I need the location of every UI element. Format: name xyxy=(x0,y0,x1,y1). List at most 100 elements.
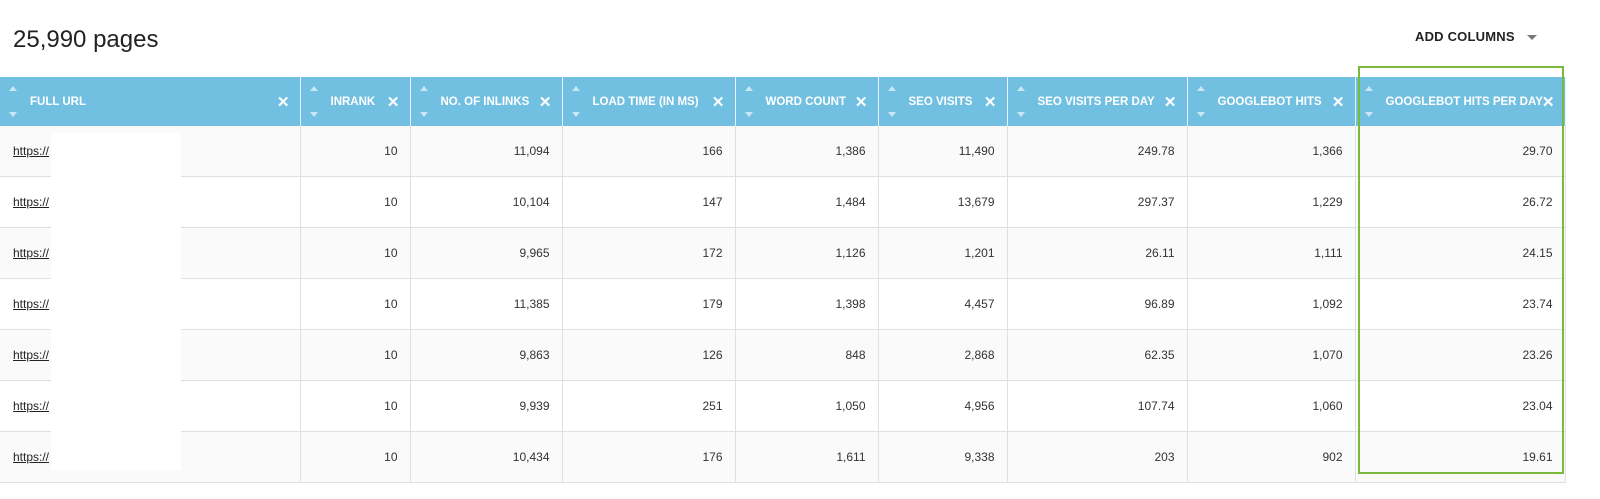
pages-table: FULL URL ✕ INRANK ✕ NO. OF INLINKS ✕ LOAD TIME… xyxy=(0,77,1566,483)
remove-column-icon[interactable]: ✕ xyxy=(1164,93,1177,111)
table-cell: 4,457 xyxy=(878,278,1008,330)
column-label: FULL URL xyxy=(30,95,87,108)
url-link[interactable]: https:// xyxy=(13,450,49,464)
column-header[interactable]: SEO VISITS ✕ xyxy=(878,77,1008,126)
table-cell: 1,611 xyxy=(735,431,879,483)
remove-column-icon[interactable]: ✕ xyxy=(712,93,725,111)
table-cell: 10 xyxy=(300,278,411,330)
sort-up-icon[interactable] xyxy=(1196,86,1205,91)
table-cell: 4,956 xyxy=(878,380,1008,432)
table-row: https:// 10 10,434 176 1,611 9,338 203 902 19.61 xyxy=(0,431,1566,483)
column-label: GOOGLEBOT HITS PER DAY xyxy=(1385,95,1543,108)
column-header[interactable]: GOOGLEBOT HITS PER DAY ✕ xyxy=(1355,77,1566,126)
column-label: GOOGLEBOT HITS xyxy=(1217,95,1322,108)
sort-up-icon[interactable] xyxy=(744,86,753,91)
remove-column-icon[interactable]: ✕ xyxy=(387,93,400,111)
sort-up-icon[interactable] xyxy=(309,86,318,91)
table-cell: 9,965 xyxy=(410,227,563,279)
url-link[interactable]: https:// xyxy=(13,246,49,260)
table-cell: 11,094 xyxy=(410,126,563,177)
url-link[interactable]: https:// xyxy=(13,399,49,413)
table-cell: 1,398 xyxy=(735,278,879,330)
sort-down-icon[interactable] xyxy=(419,112,428,117)
sort-down-icon[interactable] xyxy=(1364,112,1373,117)
url-link[interactable]: https:// xyxy=(13,144,49,158)
table-row: https:// 10 9,939 251 1,050 4,956 107.74 1,060 2… xyxy=(0,380,1566,432)
column-header[interactable]: WORD COUNT ✕ xyxy=(735,77,879,126)
table-cell: 9,939 xyxy=(410,380,563,432)
table-cell: 26.72 xyxy=(1355,176,1566,228)
table-row: https:// 10 9,965 172 1,126 1,201 26.11 1,111 24… xyxy=(0,227,1566,279)
table-row: https:// 10 9,863 126 848 2,868 62.35 1,070 23.2… xyxy=(0,329,1566,381)
table-cell: 249.78 xyxy=(1007,126,1188,177)
sort-up-icon[interactable] xyxy=(1364,86,1373,91)
table-cell: 1,366 xyxy=(1187,126,1356,177)
add-columns-label: ADD COLUMNS xyxy=(1415,29,1515,44)
column-label: SEO VISITS PER DAY xyxy=(1037,95,1155,108)
table-cell: 11,490 xyxy=(878,126,1008,177)
remove-column-icon[interactable]: ✕ xyxy=(1542,93,1555,111)
sort-up-icon[interactable] xyxy=(419,86,428,91)
sort-down-icon[interactable] xyxy=(1196,112,1205,117)
sort-down-icon[interactable] xyxy=(887,112,896,117)
remove-column-icon[interactable]: ✕ xyxy=(277,93,290,111)
table-cell: 1,484 xyxy=(735,176,879,228)
column-header[interactable]: NO. OF INLINKS ✕ xyxy=(410,77,563,126)
sort-up-icon[interactable] xyxy=(1016,86,1025,91)
sort-down-icon[interactable] xyxy=(1016,112,1025,117)
table-cell: 10 xyxy=(300,329,411,381)
table-cell: 2,868 xyxy=(878,329,1008,381)
column-header[interactable]: LOAD TIME (IN MS) ✕ xyxy=(562,77,736,126)
table-cell: 23.04 xyxy=(1355,380,1566,432)
table-cell: 179 xyxy=(562,278,736,330)
url-link[interactable]: https:// xyxy=(13,348,49,362)
table-cell: 126 xyxy=(562,329,736,381)
table-cell: 1,386 xyxy=(735,126,879,177)
remove-column-icon[interactable]: ✕ xyxy=(539,93,552,111)
column-header[interactable]: SEO VISITS PER DAY ✕ xyxy=(1007,77,1188,126)
table-row: https:// 10 10,104 147 1,484 13,679 297.37 1,22… xyxy=(0,176,1566,228)
table-cell: 10,434 xyxy=(410,431,563,483)
table-cell: 23.74 xyxy=(1355,278,1566,330)
table-cell: 29.70 xyxy=(1355,126,1566,177)
table-cell: 96.89 xyxy=(1007,278,1188,330)
table-cell: 10 xyxy=(300,176,411,228)
table-cell: 902 xyxy=(1187,431,1356,483)
table-cell: 13,679 xyxy=(878,176,1008,228)
remove-column-icon[interactable]: ✕ xyxy=(984,93,997,111)
sort-down-icon[interactable] xyxy=(571,112,580,117)
table-row: https:// 10 11,385 179 1,398 4,457 96.89 1,092 2… xyxy=(0,278,1566,330)
table-cell: 1,201 xyxy=(878,227,1008,279)
table-cell: 848 xyxy=(735,329,879,381)
remove-column-icon[interactable]: ✕ xyxy=(1332,93,1345,111)
column-header[interactable]: FULL URL ✕ xyxy=(0,77,301,126)
table-cell: 1,229 xyxy=(1187,176,1356,228)
url-link[interactable]: https:// xyxy=(13,297,49,311)
table-cell: 172 xyxy=(562,227,736,279)
column-header[interactable]: INRANK ✕ xyxy=(300,77,411,126)
sort-down-icon[interactable] xyxy=(309,112,318,117)
table-cell: 10 xyxy=(300,227,411,279)
add-columns-button[interactable]: ADD COLUMNS xyxy=(1415,29,1537,44)
column-header[interactable]: GOOGLEBOT HITS ✕ xyxy=(1187,77,1356,126)
table-cell: 19.61 xyxy=(1355,431,1566,483)
caret-down-icon xyxy=(1526,35,1537,41)
column-label: NO. OF INLINKS xyxy=(440,95,530,108)
table-cell: 10 xyxy=(300,431,411,483)
sort-down-icon[interactable] xyxy=(9,112,17,117)
url-link[interactable]: https:// xyxy=(13,195,49,209)
table-cell: 24.15 xyxy=(1355,227,1566,279)
remove-column-icon[interactable]: ✕ xyxy=(855,93,868,111)
table-cell: 1,070 xyxy=(1187,329,1356,381)
table-cell: 1,092 xyxy=(1187,278,1356,330)
table-cell: 166 xyxy=(562,126,736,177)
page-count-title: 25,990 pages xyxy=(13,26,159,53)
table-row: https:// 10 11,094 166 1,386 11,490 249.78 1,36… xyxy=(0,126,1566,177)
table-cell: 147 xyxy=(562,176,736,228)
sort-down-icon[interactable] xyxy=(744,112,753,117)
sort-up-icon[interactable] xyxy=(571,86,580,91)
table-cell: 1,111 xyxy=(1187,227,1356,279)
column-label: INRANK xyxy=(330,95,376,108)
sort-up-icon[interactable] xyxy=(9,86,17,91)
sort-up-icon[interactable] xyxy=(887,86,896,91)
